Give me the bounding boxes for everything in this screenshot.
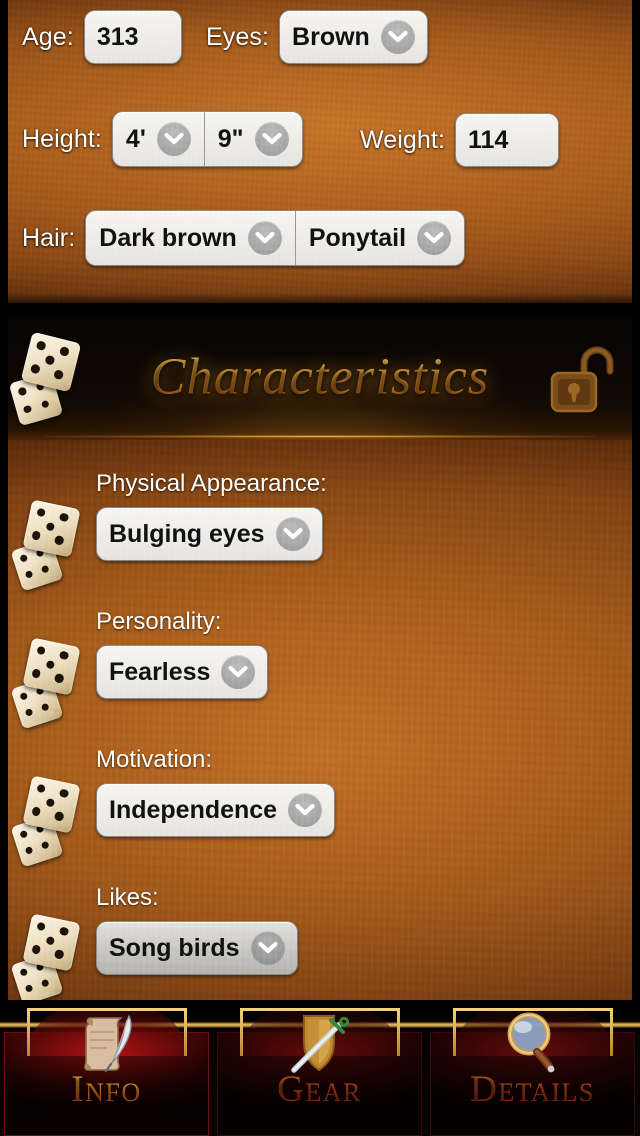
basic-info-panel: Age: 313 Eyes: Brown Height: 4' 9" Weigh… bbox=[8, 0, 632, 303]
chevron-down-icon bbox=[250, 931, 285, 965]
hair-label: Hair: bbox=[22, 223, 76, 252]
tab-info-label: Info bbox=[0, 1068, 213, 1111]
dice-icon[interactable] bbox=[10, 775, 88, 868]
chevron-down-icon bbox=[417, 221, 452, 255]
characteristic-dropdown[interactable]: Bulging eyes bbox=[96, 507, 323, 561]
characteristic-label: Personality: bbox=[96, 608, 222, 635]
eyes-label: Eyes: bbox=[206, 22, 270, 51]
height-inches-value: 9" bbox=[217, 124, 244, 153]
age-input[interactable]: 313 bbox=[83, 10, 182, 64]
height-inches-dropdown[interactable]: 9" bbox=[203, 112, 302, 166]
eyes-row: Eyes: Brown bbox=[206, 10, 428, 64]
characteristic-label: Motivation: bbox=[96, 746, 213, 773]
header-glow-divider bbox=[45, 435, 595, 438]
height-label: Height: bbox=[22, 124, 102, 153]
hair-style-value: Ponytail bbox=[308, 223, 407, 252]
dice-icon[interactable] bbox=[10, 637, 88, 730]
characteristics-header: Characteristics bbox=[8, 315, 632, 440]
characteristic-dropdown[interactable]: Fearless bbox=[96, 645, 269, 699]
weight-label: Weight: bbox=[360, 125, 446, 154]
tab-gear[interactable]: Gear bbox=[213, 1000, 426, 1136]
height-row: Height: 4' 9" bbox=[22, 111, 303, 167]
characteristic-value: Independence bbox=[109, 795, 278, 824]
characteristic-value: Fearless bbox=[109, 657, 211, 686]
height-feet-value: 4' bbox=[125, 124, 146, 153]
dice-icon[interactable] bbox=[10, 499, 88, 592]
hair-color-dropdown[interactable]: Dark brown bbox=[86, 211, 295, 265]
chevron-down-icon bbox=[275, 517, 310, 551]
tab-details[interactable]: Details bbox=[426, 1000, 639, 1136]
bottom-tab-bar: Info Gear Details bbox=[0, 1000, 640, 1136]
characteristic-label: Likes: bbox=[96, 884, 159, 911]
hair-segmented-dropdown[interactable]: Dark brown Ponytail bbox=[85, 210, 466, 266]
eyes-value: Brown bbox=[292, 22, 370, 51]
hair-row: Hair: Dark brown Ponytail bbox=[22, 210, 466, 266]
weight-input[interactable]: 114 bbox=[455, 113, 560, 167]
age-value: 313 bbox=[96, 22, 139, 51]
dice-icon[interactable] bbox=[10, 913, 88, 1006]
chevron-down-icon bbox=[156, 122, 191, 156]
age-row: Age: 313 bbox=[22, 10, 182, 64]
eyes-dropdown[interactable]: Brown bbox=[279, 10, 428, 64]
chevron-down-icon bbox=[247, 221, 282, 255]
page-title: Characteristics bbox=[8, 347, 632, 406]
hair-style-dropdown[interactable]: Ponytail bbox=[294, 211, 464, 265]
chevron-down-icon bbox=[380, 20, 415, 54]
weight-value: 114 bbox=[468, 125, 509, 154]
characteristic-dropdown[interactable]: Song birds bbox=[96, 921, 298, 975]
height-feet-dropdown[interactable]: 4' bbox=[113, 112, 204, 166]
chevron-down-icon bbox=[288, 793, 323, 827]
character-sheet-screen: Age: 313 Eyes: Brown Height: 4' 9" Weigh… bbox=[0, 0, 640, 1136]
chevron-down-icon bbox=[221, 655, 256, 689]
characteristic-dropdown[interactable]: Independence bbox=[96, 783, 336, 837]
age-label: Age: bbox=[22, 22, 74, 51]
height-segmented-dropdown[interactable]: 4' 9" bbox=[111, 111, 303, 167]
tab-info[interactable]: Info bbox=[0, 1000, 213, 1136]
characteristic-value: Bulging eyes bbox=[109, 519, 265, 548]
tab-gear-label: Gear bbox=[213, 1068, 426, 1111]
tab-details-label: Details bbox=[426, 1068, 639, 1111]
hair-color-value: Dark brown bbox=[99, 223, 237, 252]
characteristics-list: Physical Appearance: Bulging eyes Person… bbox=[8, 440, 632, 1008]
open-padlock-icon[interactable] bbox=[544, 337, 616, 417]
characteristic-value: Song birds bbox=[109, 933, 240, 962]
weight-row: Weight: 114 bbox=[360, 113, 560, 167]
chevron-down-icon bbox=[254, 122, 289, 156]
characteristic-label: Physical Appearance: bbox=[96, 470, 327, 497]
